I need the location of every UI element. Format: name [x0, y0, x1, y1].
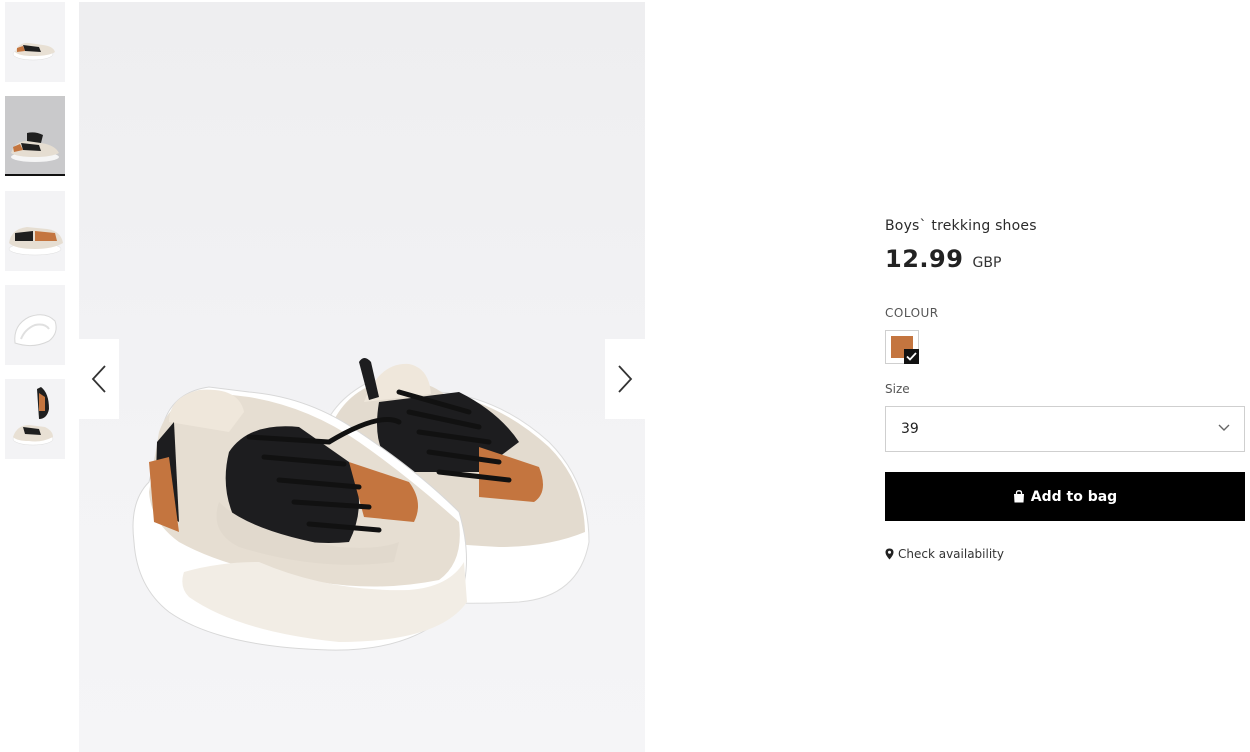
product-title: Boys` trekking shoes	[885, 218, 1037, 234]
product-price: 12.99 GBP	[885, 245, 1001, 273]
shoe-side-thumbnail	[5, 191, 65, 271]
size-label: Size	[885, 382, 910, 396]
shoe-pair-image	[132, 358, 590, 651]
add-to-bag-button[interactable]: Add to bag	[885, 472, 1245, 521]
thumbnail-2[interactable]	[5, 96, 65, 176]
check-availability-link[interactable]: Check availability	[885, 547, 1004, 561]
colour-label: COLOUR	[885, 306, 939, 320]
shoe-stacked-thumbnail	[5, 379, 65, 459]
shoe-sole-thumbnail	[5, 285, 65, 365]
size-select[interactable]: 39	[885, 406, 1245, 452]
thumbnail-1[interactable]	[5, 2, 65, 82]
price-currency: GBP	[972, 255, 1002, 271]
price-value: 12.99	[885, 245, 964, 273]
shoe-pair-thumbnail	[5, 97, 65, 174]
chevron-down-icon	[1218, 424, 1230, 431]
shopping-bag-icon	[1013, 490, 1025, 503]
chevron-right-icon	[618, 365, 633, 393]
chevron-left-icon	[91, 365, 106, 393]
thumbnail-4[interactable]	[5, 285, 65, 365]
size-selected-value: 39	[901, 421, 919, 437]
previous-image-button[interactable]	[79, 339, 119, 419]
thumbnail-5[interactable]	[5, 379, 65, 459]
shoe-pair-thumbnail	[5, 2, 65, 82]
location-pin-icon	[885, 548, 894, 560]
thumbnail-3[interactable]	[5, 191, 65, 271]
check-availability-label: Check availability	[898, 547, 1004, 561]
main-product-image	[79, 2, 645, 752]
next-image-button[interactable]	[605, 339, 645, 419]
colour-swatch[interactable]	[885, 330, 919, 364]
add-to-bag-label: Add to bag	[1030, 488, 1118, 505]
checkmark-icon	[904, 349, 919, 364]
